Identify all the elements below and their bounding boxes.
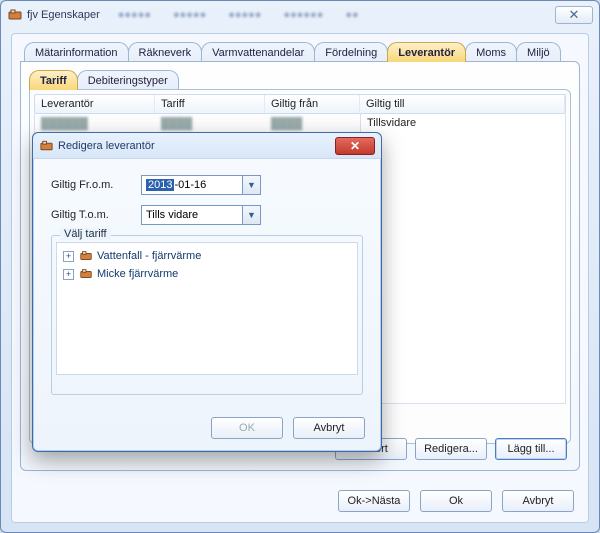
titlebar-blurred-tools: ●●●●● ●●●●● ●●●●● ●●●●●● ●● (100, 9, 555, 21)
sub-tabs: Tariff Debiteringstyper (29, 70, 571, 90)
tab-rakneverk[interactable]: Räkneverk (128, 42, 203, 62)
tab-moms[interactable]: Moms (465, 42, 517, 62)
footer-buttons: Ok->Nästa Ok Avbryt (338, 490, 574, 512)
to-date-value: Tills vidare (146, 209, 198, 221)
app-icon (7, 7, 23, 23)
tab-tariff[interactable]: Tariff (29, 70, 78, 90)
choose-tariff-group: Välj tariff + Vattenfall - fjärrvärme + … (51, 235, 363, 395)
tree-item-label: Micke fjärrvärme (97, 268, 178, 280)
ok-button[interactable]: Ok (420, 490, 492, 512)
main-tabs: Mätarinformation Räkneverk Varmvattenand… (20, 42, 580, 62)
cancel-button[interactable]: Avbryt (502, 490, 574, 512)
from-date-input[interactable]: 2013-01-16 ▼ (141, 175, 261, 195)
tab-varmvattenandelar[interactable]: Varmvattenandelar (201, 42, 315, 62)
close-icon: ✕ (569, 7, 580, 23)
to-date-label: Giltig T.o.m. (51, 209, 131, 221)
th-leverantor[interactable]: Leverantör (35, 95, 155, 113)
titlebar[interactable]: fjv Egenskaper ●●●●● ●●●●● ●●●●● ●●●●●● … (1, 1, 599, 29)
from-date-selected-year: 2013 (146, 179, 174, 191)
window-close-button[interactable]: ✕ (555, 6, 593, 24)
group-legend: Välj tariff (60, 228, 111, 240)
ok-next-button[interactable]: Ok->Nästa (338, 490, 410, 512)
expand-icon[interactable]: + (63, 251, 74, 262)
chevron-down-icon[interactable]: ▼ (242, 206, 260, 224)
dialog-title: Redigera leverantör (58, 140, 155, 152)
dialog-icon (39, 138, 54, 154)
tab-matarinformation[interactable]: Mätarinformation (24, 42, 129, 62)
tree-item[interactable]: + Micke fjärrvärme (63, 265, 351, 283)
from-date-rest: -01-16 (174, 179, 206, 191)
edit-supplier-dialog: Redigera leverantör ✕ Giltig Fr.o.m. 201… (32, 132, 382, 452)
th-giltig-till[interactable]: Giltig till (360, 95, 565, 113)
dialog-body: Giltig Fr.o.m. 2013-01-16 ▼ Giltig T.o.m… (33, 159, 381, 451)
chevron-down-icon[interactable]: ▼ (242, 176, 260, 194)
tab-miljo[interactable]: Miljö (516, 42, 561, 62)
tab-debiteringstyper[interactable]: Debiteringstyper (77, 70, 179, 90)
tariff-tree[interactable]: + Vattenfall - fjärrvärme + Micke fjärrv… (56, 242, 358, 375)
supplier-icon (78, 267, 93, 281)
tab-fordelning[interactable]: Fördelning (314, 42, 388, 62)
add-button[interactable]: Lägg till... (495, 438, 567, 460)
supplier-icon (78, 249, 93, 263)
close-icon: ✕ (350, 139, 360, 153)
cell-giltig-till: Tillsvidare (360, 114, 565, 403)
from-date-label: Giltig Fr.o.m. (51, 179, 131, 191)
dialog-ok-button[interactable]: OK (211, 417, 283, 439)
edit-button[interactable]: Redigera... (415, 438, 487, 460)
tab-leverantor[interactable]: Leverantör (387, 42, 466, 62)
dialog-buttons: OK Avbryt (211, 417, 365, 439)
th-tariff[interactable]: Tariff (155, 95, 265, 113)
window-title: fjv Egenskaper (27, 9, 100, 21)
dialog-close-button[interactable]: ✕ (335, 137, 375, 155)
expand-icon[interactable]: + (63, 269, 74, 280)
to-date-input[interactable]: Tills vidare ▼ (141, 205, 261, 225)
table-header: Leverantör Tariff Giltig från Giltig til… (34, 94, 566, 114)
dialog-cancel-button[interactable]: Avbryt (293, 417, 365, 439)
tree-item-label: Vattenfall - fjärrvärme (97, 250, 201, 262)
th-giltig-fran[interactable]: Giltig från (265, 95, 360, 113)
dialog-titlebar[interactable]: Redigera leverantör ✕ (33, 133, 381, 159)
tree-item[interactable]: + Vattenfall - fjärrvärme (63, 247, 351, 265)
